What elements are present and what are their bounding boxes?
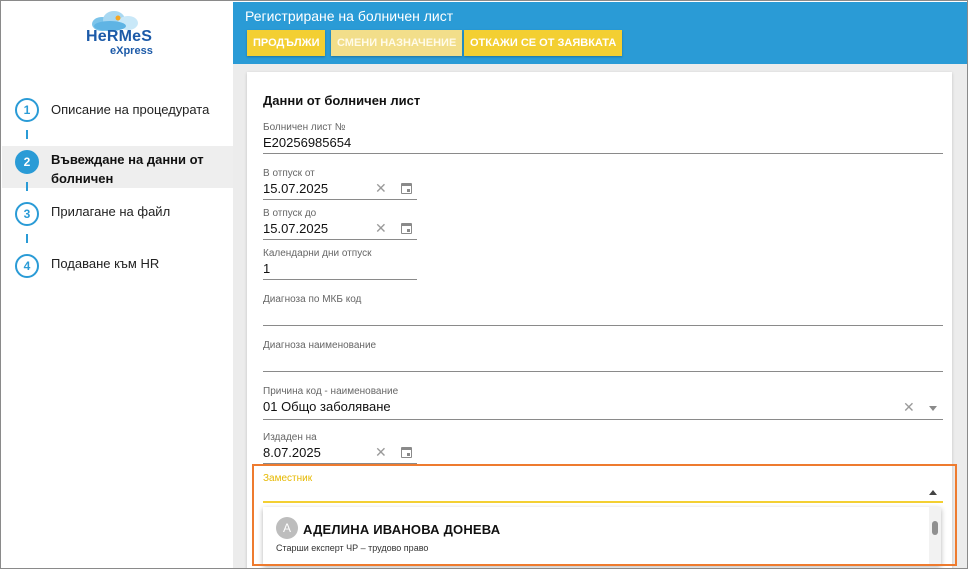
leave-to-date-field[interactable]: В отпуск до 15.07.2025 ✕ [263, 208, 417, 240]
step-number-circle: 3 [15, 202, 39, 226]
step-number-circle: 2 [15, 150, 39, 174]
step-label: Въвеждане на данни от болничен [51, 152, 204, 186]
deputy-options-dropdown: А АДЕЛИНА ИВАНОВА ДОНЕВА Старши експерт … [263, 507, 941, 565]
scrollbar[interactable] [929, 507, 941, 565]
step-label: Подаване към HR [51, 256, 160, 271]
option-subtitle: Старши експерт ЧР – трудово право [276, 543, 429, 553]
field-label: В отпуск от [263, 168, 315, 179]
field-label: В отпуск до [263, 208, 317, 219]
change-assignment-button[interactable]: СМЕНИ НАЗНАЧЕНИЕ [331, 30, 463, 56]
deputy-select[interactable]: Заместник [263, 473, 943, 503]
clear-icon[interactable]: ✕ [375, 220, 387, 237]
reason-code-select[interactable]: Причина код - наименование 01 Общо забол… [263, 386, 943, 420]
sidebar: HeRMeS eXpress 1 Описание на процедурата… [2, 2, 233, 568]
form-card: Данни от болничен лист Болничен лист № Е… [247, 72, 952, 568]
step-connector [26, 182, 28, 191]
clear-icon[interactable]: ✕ [375, 180, 387, 197]
page-header: Регистриране на болничен лист ПРОДЪЛЖИ С… [233, 2, 967, 64]
field-value: Е20256985654 [263, 135, 352, 150]
app-window: HeRMeS eXpress 1 Описание на процедурата… [0, 0, 968, 569]
chevron-down-icon[interactable] [929, 406, 937, 411]
field-label: Болничен лист № [263, 122, 346, 133]
cancel-request-button[interactable]: ОТКАЖИ СЕ ОТ ЗАЯВКАТА [464, 30, 623, 56]
field-label: Издаден на [263, 432, 317, 443]
diagnosis-name-field[interactable]: Диагноза наименование [263, 340, 943, 372]
leave-from-date-field[interactable]: В отпуск от 15.07.2025 ✕ [263, 168, 417, 200]
field-value: 15.07.2025 [263, 181, 329, 196]
step-connector [26, 130, 28, 139]
calendar-icon[interactable] [401, 183, 412, 194]
hermes-logo: HeRMeS eXpress [86, 10, 166, 60]
section-title: Данни от болничен лист [263, 93, 421, 108]
field-label: Заместник [263, 473, 313, 484]
calendar-icon[interactable] [401, 447, 412, 458]
logo-text-hermes: HeRMeS [86, 28, 153, 45]
field-value: 01 Общо заболяване [263, 399, 391, 414]
step-number-circle: 4 [15, 254, 39, 278]
issued-on-date-field[interactable]: Издаден на 8.07.2025 ✕ [263, 432, 417, 464]
sick-leave-number-field[interactable]: Болничен лист № Е20256985654 [263, 122, 943, 154]
step-connector [26, 234, 28, 243]
chevron-up-icon[interactable] [929, 490, 937, 495]
calendar-icon[interactable] [401, 223, 412, 234]
field-label: Календарни дни отпуск [263, 248, 372, 259]
field-value: 15.07.2025 [263, 221, 329, 236]
option-name: АДЕЛИНА ИВАНОВА ДОНЕВА [303, 522, 501, 537]
step-label: Описание на процедурата [51, 102, 210, 117]
avatar: А [276, 517, 298, 539]
page-title: Регистриране на болничен лист [245, 8, 454, 24]
step-number-circle: 1 [15, 98, 39, 122]
field-label: Диагноза наименование [263, 340, 377, 351]
calendar-days-field[interactable]: Календарни дни отпуск 1 [263, 248, 417, 280]
continue-button[interactable]: ПРОДЪЛЖИ [247, 30, 326, 56]
diagnosis-code-field[interactable]: Диагноза по МКБ код [263, 294, 943, 326]
field-label: Диагноза по МКБ код [263, 294, 362, 305]
main-content: Данни от болничен лист Болничен лист № Е… [233, 64, 967, 568]
field-label: Причина код - наименование [263, 386, 399, 397]
clear-icon[interactable]: ✕ [375, 444, 387, 461]
logo-text-express: eXpress [110, 45, 153, 57]
step-label: Прилагане на файл [51, 204, 171, 219]
field-value: 1 [263, 261, 271, 276]
scroll-thumb[interactable] [932, 521, 938, 535]
field-value: 8.07.2025 [263, 445, 321, 460]
clear-icon[interactable]: ✕ [903, 399, 915, 416]
